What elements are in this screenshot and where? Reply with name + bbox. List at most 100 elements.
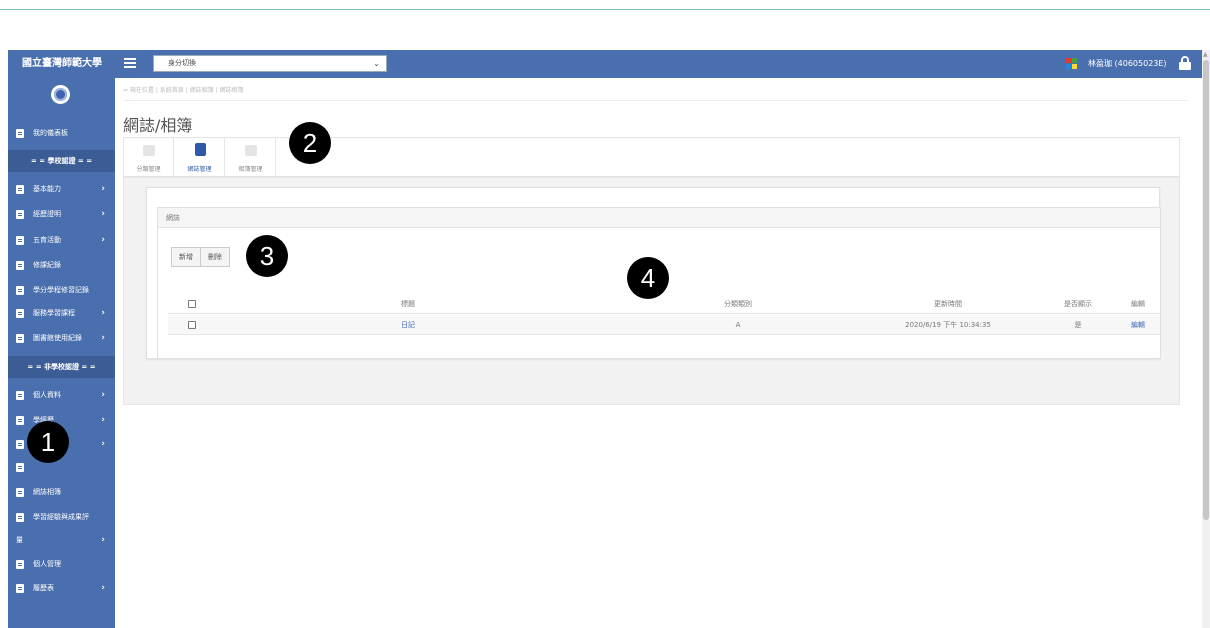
section-non-school-certified: = = 非學校認證 = = [8,356,115,378]
document-icon [16,210,24,219]
sidebar-item-label: 修課紀錄 [33,261,61,269]
annotation-badge-2: 2 [289,122,331,164]
annotation-badge-3: 3 [246,235,288,277]
sidebar-item-label: 服務學習課程 [33,309,75,317]
chevron-right-icon: › [101,535,105,545]
sidebar-item-experience[interactable]: 經歷證明 › [8,203,115,225]
tab-category-management[interactable]: 分類管理 [124,138,174,176]
sidebar-item-library[interactable]: 圖書館使用紀錄 › [8,327,115,349]
column-header-title[interactable]: 標題 [338,294,478,314]
sidebar: 我的儀表板 = = 學校認證 = = 基本能力 › 經歷證明 › 五育活動 › … [8,78,115,628]
document-icon [16,391,24,400]
row-category: A [735,321,741,329]
tab-album-management[interactable]: 相簿管理 [226,138,276,176]
sidebar-item-credit-program[interactable]: 學分學程修習記錄 [8,279,115,301]
section-school-certified: = = 學校認證 = = [8,150,115,172]
page-scrollbar[interactable]: ▲ [1202,50,1210,628]
chevron-right-icon: › [101,184,105,194]
sidebar-item-label: 基本能力 [33,185,61,193]
document-icon [16,488,24,497]
row-title-link[interactable]: 日記 [338,315,478,335]
sidebar-item-activities[interactable]: 五育活動 › [8,229,115,251]
sidebar-item-blog-album[interactable]: 網誌相簿 [8,481,115,503]
tabs-card: 分類管理 網誌管理 相簿管理 [123,137,1180,177]
document-icon [16,584,24,593]
row-visible: 是 [1074,321,1082,329]
document-icon [16,129,24,138]
document-icon [16,560,24,569]
document-icon [16,513,24,522]
sidebar-item-label: 網誌相簿 [33,488,61,496]
role-select-value: 身分切換 [168,59,196,67]
delete-button[interactable]: 刪除 [200,247,230,267]
top-divider [0,9,1210,10]
column-header-edit: 編輯 [1131,300,1145,308]
sidebar-item-label: 我的儀表板 [33,129,68,137]
document-icon [16,416,24,425]
camera-icon [245,145,257,156]
sidebar-item-label: 學分學程修習記錄 [33,286,89,294]
column-header-visible[interactable]: 是否顯示 [1038,294,1118,314]
document-icon [16,463,24,472]
sidebar-item-dashboard[interactable]: 我的儀表板 [8,122,115,144]
folder-icon [143,145,155,156]
university-logo [51,85,70,104]
sidebar-item-label: 學習經驗與成果評 [33,513,89,521]
chevron-right-icon: › [101,209,105,219]
menu-icon[interactable] [124,58,136,68]
sidebar-item-personal-info[interactable]: 個人資料 › [8,384,115,406]
row-checkbox[interactable] [188,321,196,329]
sidebar-item-label: 量 [16,536,23,544]
breadcrumb-blog-album[interactable]: 網誌相簿 [190,87,214,94]
breadcrumb: = 現在位置 | 系統首頁 | 網誌相簿 | 網誌相簿 [123,85,244,94]
chevron-right-icon: › [101,583,105,593]
column-header-category[interactable]: 分類類別 [668,294,808,314]
column-header-updated[interactable]: 更新時間 [878,294,1018,314]
tab-blog-management[interactable]: 網誌管理 [175,138,225,176]
sidebar-item-resume[interactable]: 履歷表 › [8,577,115,599]
scroll-up-icon[interactable]: ▲ [1203,51,1208,58]
page-title: 網誌/相簿 [123,116,193,135]
document-icon [16,334,24,343]
tab-label: 分類管理 [136,166,161,173]
tab-label: 網誌管理 [187,166,212,173]
user-name[interactable]: 林盈珈 (40605023E) [1088,50,1167,78]
sidebar-item-service-learning[interactable]: 服務學習課程 › [8,302,115,324]
row-edit-link[interactable]: 編輯 [1118,315,1158,335]
sidebar-item-label: 個人管理 [33,560,61,568]
brand-title[interactable]: 國立臺灣師範大學 [8,50,115,78]
chevron-right-icon: › [101,439,105,449]
select-all-checkbox[interactable] [188,300,196,308]
document-icon [16,286,24,295]
sidebar-item-label: 五育活動 [33,236,61,244]
scroll-thumb[interactable] [1203,60,1209,520]
breadcrumb-current: 網誌相簿 [219,87,244,94]
sidebar-item-hidden-2[interactable] [8,456,115,478]
chevron-down-icon: ⌄ [373,59,380,68]
sidebar-item-label: 履歷表 [33,584,54,592]
sidebar-item-label: 經歷證明 [33,210,61,218]
breadcrumb-prefix: = 現在位置 [123,87,154,94]
annotation-badge-1: 1 [27,421,69,463]
language-icon[interactable] [1066,58,1077,69]
blog-panel-title: 網誌 [158,208,1160,228]
chevron-right-icon: › [101,333,105,343]
sidebar-item-personal-management[interactable]: 個人管理 [8,553,115,575]
sidebar-item-learning-outcome[interactable]: 學習經驗與成果評 [8,506,115,528]
sidebar-item-course-record[interactable]: 修課紀錄 [8,254,115,276]
sidebar-item-basic-ability[interactable]: 基本能力 › [8,178,115,200]
sidebar-item-learning-outcome-cont[interactable]: 量 › [8,529,115,551]
tab-label: 相簿管理 [238,166,263,173]
role-select[interactable]: 身分切換 ⌄ [153,55,387,72]
breadcrumb-home[interactable]: 系統首頁 [160,87,184,94]
table-header: 標題 分類類別 更新時間 是否顯示 編輯 [168,294,1160,314]
breadcrumb-divider [123,100,1188,101]
lock-icon[interactable] [1179,56,1191,71]
add-button[interactable]: 新增 [171,247,201,267]
row-updated: 2020/6/19 下午 10:34:35 [905,321,991,329]
annotation-badge-4: 4 [627,257,669,299]
sidebar-item-label: 圖書館使用紀錄 [33,334,82,342]
document-icon [16,309,24,318]
book-icon [195,143,206,156]
chevron-right-icon: › [101,235,105,245]
